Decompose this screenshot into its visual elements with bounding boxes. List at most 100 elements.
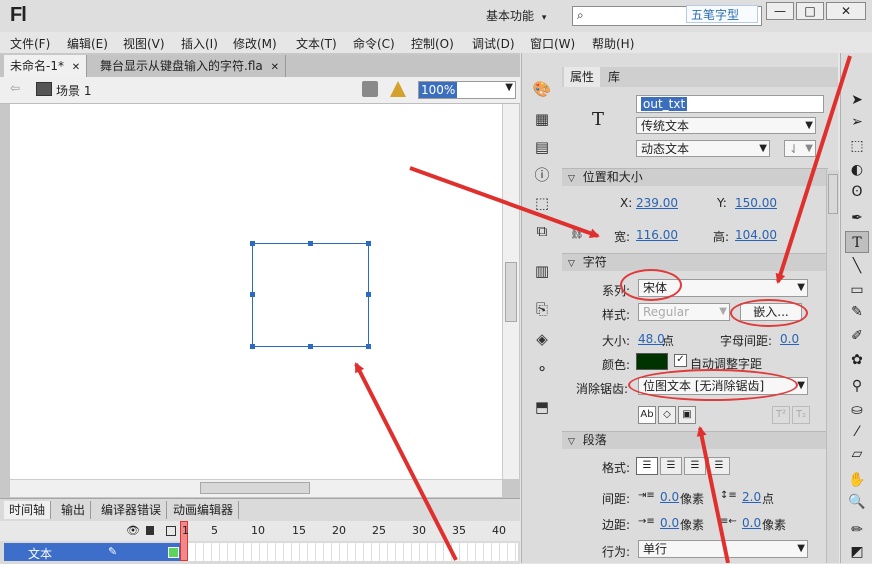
- layer-color-icon[interactable]: [168, 547, 179, 558]
- swatches-icon[interactable]: ▦: [531, 109, 553, 129]
- menu-window[interactable]: 窗口(W): [530, 35, 575, 52]
- font-style-select[interactable]: Regular ▼: [638, 303, 730, 321]
- menu-commands[interactable]: 命令(C): [353, 35, 395, 52]
- paint-bucket-tool-icon[interactable]: ⛀: [845, 399, 869, 421]
- resize-handle[interactable]: [366, 344, 371, 349]
- section-character[interactable]: ▽ 字符: [562, 253, 828, 271]
- text-type-select[interactable]: 动态文本 ▼: [636, 140, 770, 157]
- subselection-tool-icon[interactable]: ➢: [845, 111, 869, 133]
- eye-icon[interactable]: 👁: [126, 524, 140, 537]
- show-border-icon[interactable]: ▣: [678, 406, 696, 424]
- menu-text[interactable]: 文本(T): [296, 35, 337, 52]
- indent-value[interactable]: 0.0: [660, 490, 679, 504]
- superscript-icon[interactable]: T²: [772, 406, 790, 424]
- menu-modify[interactable]: 修改(M): [233, 35, 277, 52]
- render-html-icon[interactable]: ◇: [658, 406, 676, 424]
- text-color-swatch[interactable]: [636, 353, 668, 370]
- edit-scene-icon[interactable]: [362, 81, 378, 97]
- autokern-checkbox[interactable]: ✓: [674, 354, 687, 367]
- close-icon[interactable]: ✕: [271, 62, 279, 73]
- scroll-thumb[interactable]: [505, 262, 517, 322]
- text-engine-select[interactable]: 传统文本 ▼: [636, 117, 816, 134]
- text-tool-icon[interactable]: T: [845, 231, 869, 253]
- right-margin-value[interactable]: 0.0: [742, 516, 761, 530]
- text-field-selection[interactable]: [252, 243, 369, 347]
- line-spacing-value[interactable]: 2.0: [742, 490, 761, 504]
- line-tool-icon[interactable]: ╲: [845, 255, 869, 277]
- menu-insert[interactable]: 插入(I): [181, 35, 218, 52]
- scroll-thumb[interactable]: [828, 174, 838, 214]
- outline-icon[interactable]: [166, 526, 176, 536]
- selection-tool-icon[interactable]: ➤: [845, 89, 869, 111]
- tab-motion-editor[interactable]: 动画编辑器: [168, 501, 240, 519]
- components-icon[interactable]: ⧉: [531, 221, 553, 241]
- tab-timeline[interactable]: 时间轴: [4, 501, 52, 519]
- menu-view[interactable]: 视图(V): [123, 35, 165, 52]
- info-icon[interactable]: ⓘ: [531, 165, 553, 185]
- lasso-tool-icon[interactable]: ʘ: [845, 181, 869, 203]
- zoom-select[interactable]: 100% ▼: [418, 81, 516, 99]
- menu-edit[interactable]: 编辑(E): [67, 35, 108, 52]
- instance-name-input[interactable]: out_txt: [636, 95, 824, 113]
- tab-properties[interactable]: 属性: [564, 67, 601, 87]
- horizontal-scrollbar[interactable]: [10, 479, 502, 497]
- pen-tool-icon[interactable]: ✒: [845, 207, 869, 229]
- align-left-icon[interactable]: ☰: [636, 457, 658, 475]
- subscript-icon[interactable]: T₂: [792, 406, 810, 424]
- vertical-scrollbar[interactable]: [502, 104, 519, 479]
- workspace-switcher[interactable]: 基本功能 ▾: [486, 7, 546, 24]
- behavior-select[interactable]: 单行 ▼: [638, 540, 808, 558]
- pencil-tool-icon[interactable]: ✎: [845, 301, 869, 323]
- frames-track[interactable]: [188, 543, 518, 561]
- eraser-tool-icon[interactable]: ▱: [845, 443, 869, 465]
- selectable-text-icon[interactable]: Ab: [638, 406, 656, 424]
- resize-handle[interactable]: [250, 292, 255, 297]
- transform-icon[interactable]: ⬚: [531, 193, 553, 213]
- menu-control[interactable]: 控制(O): [411, 35, 454, 52]
- size-value[interactable]: 48.0: [638, 332, 665, 346]
- back-arrow-icon[interactable]: ⇦: [10, 81, 20, 95]
- library-icon[interactable]: ▥: [531, 261, 553, 281]
- hand-tool-icon[interactable]: ✋: [845, 469, 869, 491]
- align-right-icon[interactable]: ☰: [684, 457, 706, 475]
- layer-row[interactable]: 文本 ✎: [4, 543, 180, 561]
- free-transform-tool-icon[interactable]: ⬚: [845, 135, 869, 157]
- justify-icon[interactable]: ☰: [708, 457, 730, 475]
- brush-tool-icon[interactable]: ✐: [845, 325, 869, 347]
- section-position-size[interactable]: ▽ 位置和大小: [562, 168, 828, 186]
- color-icon[interactable]: 🎨: [531, 79, 553, 99]
- tab-fla-file[interactable]: 舞台显示从键盘输入的字符.fla ✕: [94, 55, 286, 77]
- menu-help[interactable]: 帮助(H): [592, 35, 634, 52]
- y-value[interactable]: 150.00: [735, 196, 777, 210]
- x-value[interactable]: 239.00: [636, 196, 678, 210]
- resize-handle[interactable]: [308, 241, 313, 246]
- width-value[interactable]: 116.00: [636, 228, 678, 242]
- orientation-select[interactable]: ⇃ ▼: [784, 140, 816, 157]
- letter-spacing-value[interactable]: 0.0: [780, 332, 799, 346]
- scroll-thumb[interactable]: [200, 482, 310, 494]
- 3d-rotation-tool-icon[interactable]: ◐: [845, 159, 869, 181]
- menu-file[interactable]: 文件(F): [10, 35, 50, 52]
- tab-compiler-errors[interactable]: 编译器错误: [96, 501, 168, 519]
- deco-tool-icon[interactable]: ✿: [845, 349, 869, 371]
- lock-size-icon[interactable]: ⛓: [570, 227, 584, 240]
- close-button[interactable]: ✕: [826, 2, 866, 20]
- resize-handle[interactable]: [250, 241, 255, 246]
- actions-icon[interactable]: ⎘: [531, 299, 553, 319]
- tab-output[interactable]: 输出: [56, 501, 92, 519]
- tab-untitled[interactable]: 未命名-1* ✕: [4, 55, 88, 77]
- stroke-color-icon[interactable]: ✏: [845, 519, 869, 541]
- minimize-button[interactable]: —: [766, 2, 794, 20]
- resize-handle[interactable]: [250, 344, 255, 349]
- align-center-icon[interactable]: ☰: [660, 457, 682, 475]
- resize-handle[interactable]: [308, 344, 313, 349]
- zoom-tool-icon[interactable]: 🔍: [845, 491, 869, 513]
- section-paragraph[interactable]: ▽ 段落: [562, 431, 828, 449]
- resize-handle[interactable]: [366, 292, 371, 297]
- rectangle-tool-icon[interactable]: ▭: [845, 279, 869, 301]
- properties-scrollbar[interactable]: [826, 170, 839, 563]
- height-value[interactable]: 104.00: [735, 228, 777, 242]
- bone-tool-icon[interactable]: ⚲: [845, 375, 869, 397]
- eyedropper-tool-icon[interactable]: ⁄: [845, 421, 869, 443]
- left-margin-value[interactable]: 0.0: [660, 516, 679, 530]
